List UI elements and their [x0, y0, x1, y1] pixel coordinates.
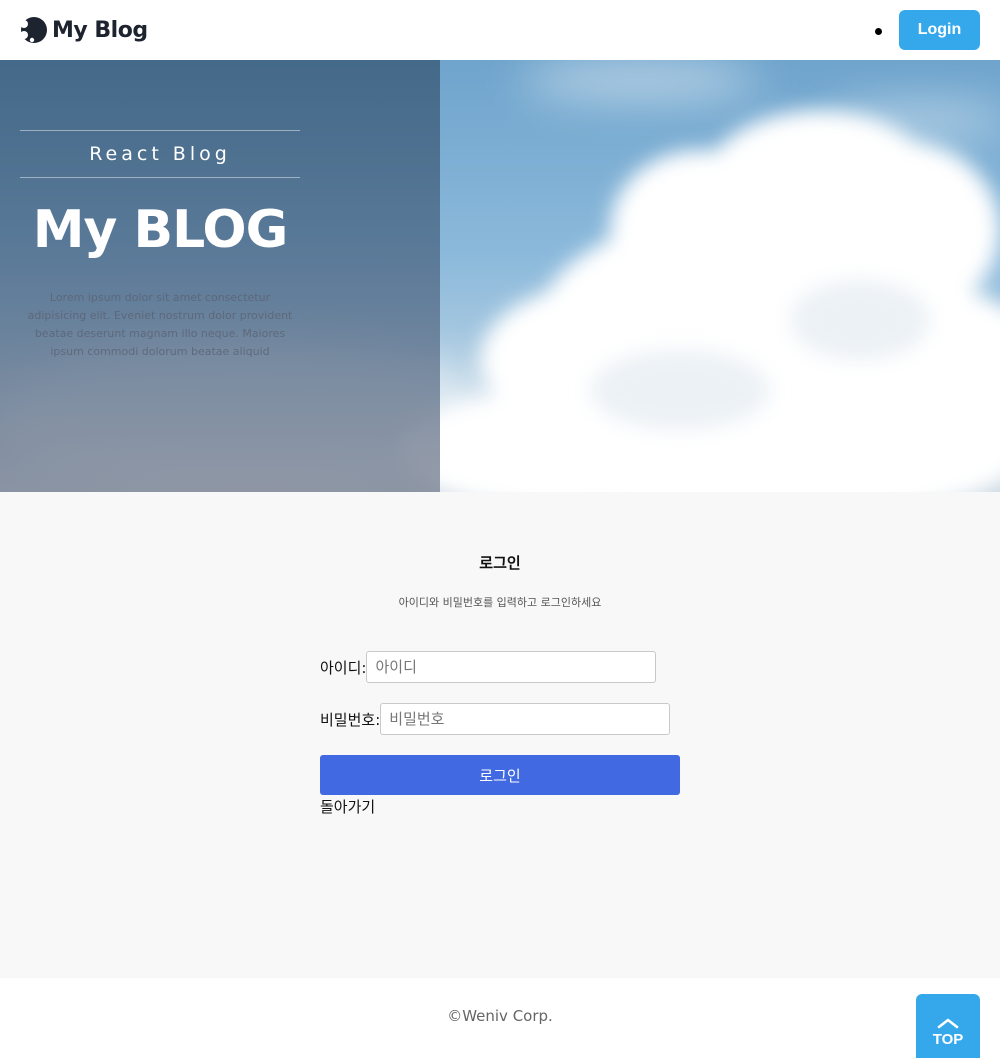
hero-description: Lorem ipsum dolor sit amet consectetur a… — [27, 291, 293, 358]
id-label: 아이디: — [320, 658, 367, 677]
id-input[interactable] — [366, 651, 657, 683]
brand-name: My Blog — [52, 17, 148, 43]
login-submit-button[interactable]: 로그인 — [320, 755, 680, 795]
password-label: 비밀번호: — [320, 710, 381, 729]
password-input[interactable] — [380, 703, 671, 735]
login-description: 아이디와 비밀번호를 입력하고 로그인하세요 — [398, 596, 602, 609]
hero-title: My BLOG — [32, 200, 289, 260]
back-link[interactable]: 돌아가기 — [320, 796, 375, 817]
top-label: TOP — [932, 1031, 964, 1048]
hero-subtitle: React Blog — [20, 130, 300, 178]
login-title: 로그인 — [479, 554, 521, 572]
password-field-row: 비밀번호: — [320, 703, 671, 735]
site-header: My Blog Login — [0, 0, 1000, 60]
login-button[interactable]: Login — [899, 10, 980, 50]
chevron-up-icon — [937, 1018, 959, 1029]
id-field-row: 아이디: — [320, 651, 657, 683]
site-footer: ©Weniv Corp. TOP — [0, 978, 1000, 1058]
scroll-top-button[interactable]: TOP — [916, 994, 980, 1058]
hero-overlay — [0, 60, 440, 492]
hero-banner: React Blog My BLOG Lorem ipsum dolor sit… — [0, 60, 1000, 492]
logo-icon — [20, 17, 47, 43]
brand-logo[interactable]: My Blog — [18, 14, 148, 46]
copyright-text: ©Weniv Corp. — [447, 1007, 553, 1025]
nav-bullet — [875, 28, 882, 35]
